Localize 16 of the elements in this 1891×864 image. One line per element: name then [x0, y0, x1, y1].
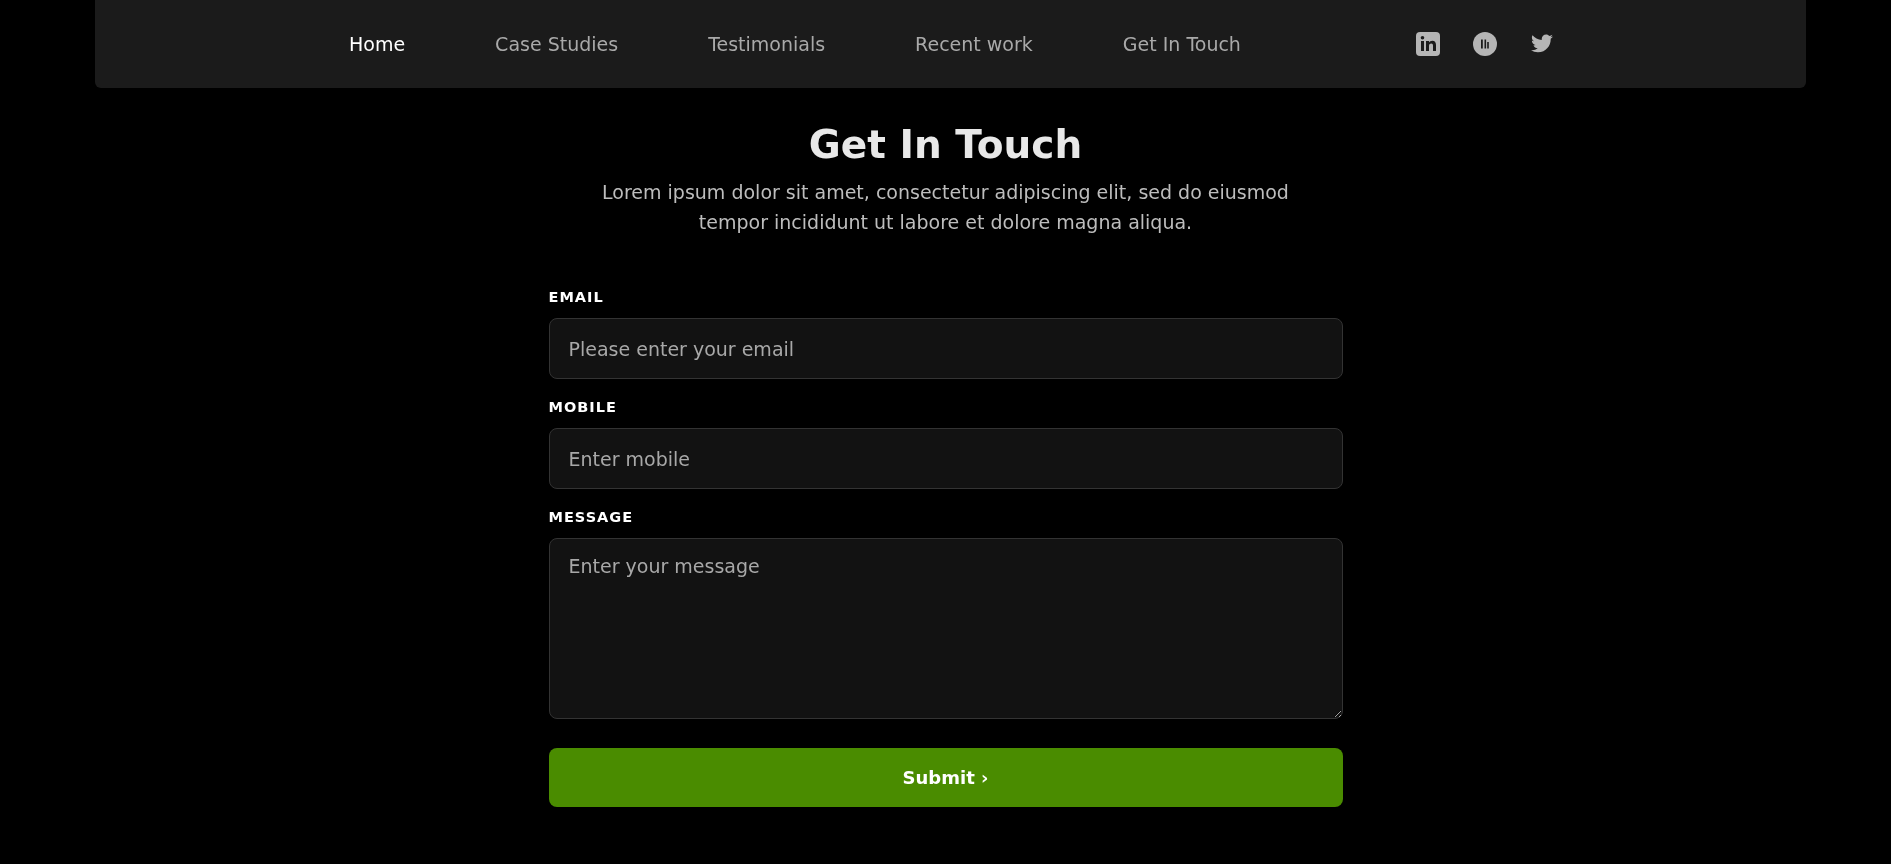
message-field[interactable]: Enter your message [548, 538, 1343, 719]
input-field[interactable]: Please enter your email [548, 318, 1343, 379]
nav-link[interactable]: Get In Touch [1122, 33, 1241, 55]
intro-text: Lorem ipsum dolor sit amet, consectetur adipiscing elit, sed do eiusmod tempor incididunt ut labore et dolore magna aliqua. [601, 180, 1290, 235]
nav-link[interactable]: Recent work [915, 33, 1033, 55]
field-label: MOBILE [548, 399, 618, 415]
field-label: MESSAGE [548, 509, 635, 525]
linkedin-icon[interactable] [1415, 32, 1440, 56]
input-field[interactable]: Enter mobile [548, 428, 1343, 489]
page-heading: Get In Touch [808, 122, 1083, 167]
submit-button[interactable]: Submit › [548, 748, 1343, 807]
circle-logo-icon[interactable] [1472, 32, 1497, 56]
nav-link[interactable]: Home [349, 33, 406, 55]
field-label: EMAIL [548, 289, 605, 305]
nav-link[interactable]: Case Studies [495, 33, 619, 55]
nav-link[interactable]: Testimonials [708, 33, 826, 55]
